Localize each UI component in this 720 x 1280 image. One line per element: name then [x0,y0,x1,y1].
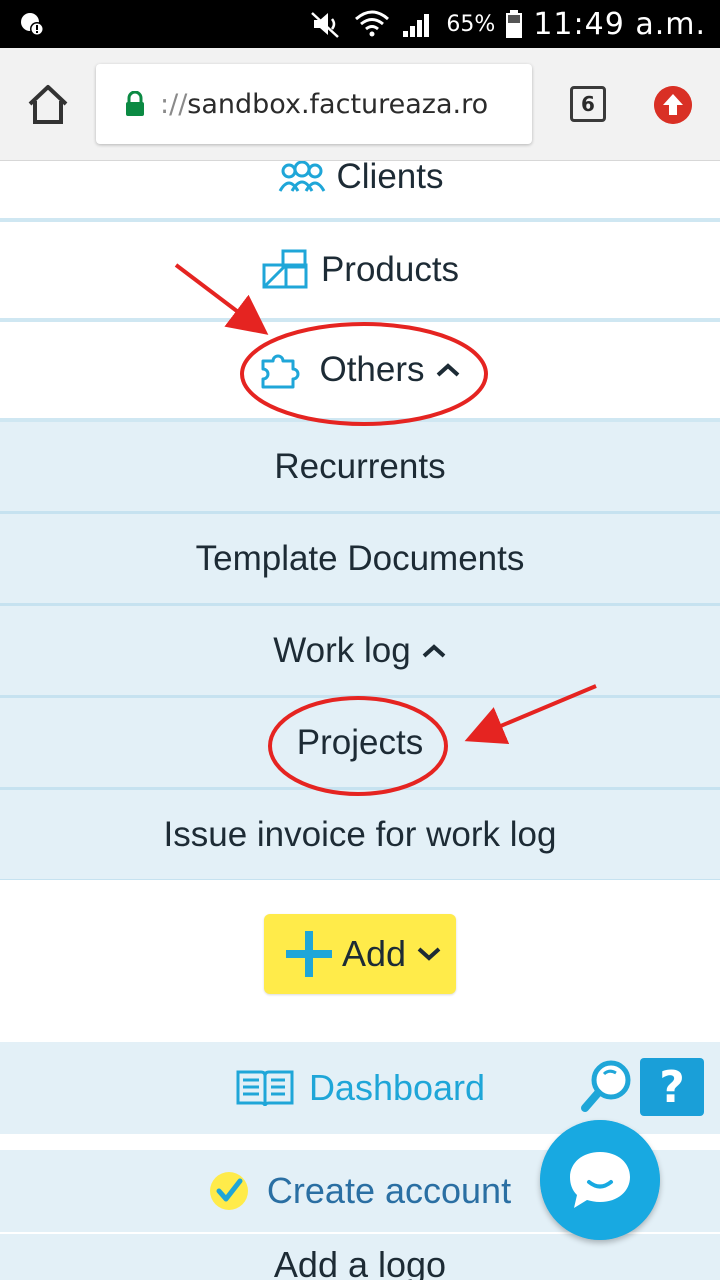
submenu-item-label: Work log [273,630,411,670]
menu-item-label: Others [319,350,425,389]
add-button[interactable]: Add [264,914,456,994]
address-bar[interactable]: :// sandbox.factureaza.ro [96,64,532,144]
menu-item-label: Clients [336,157,444,196]
browser-toolbar: :// sandbox.factureaza.ro 6 [0,48,720,161]
add-logo-label: Add a logo [273,1244,447,1280]
clients-icon [278,161,325,192]
search-icon[interactable] [580,1058,634,1114]
battery-percent: 65% [446,11,496,37]
submenu-item-recurrents[interactable]: Recurrents [0,422,720,514]
book-icon [236,1070,294,1107]
submenu-item-label: Projects [296,722,424,762]
menu-item-products[interactable]: Products [0,222,720,322]
add-button-label: Add [342,933,407,974]
submenu-item-issue-invoice[interactable]: Issue invoice for work log [0,790,720,882]
home-icon[interactable] [24,82,72,126]
tab-switcher-button[interactable]: 6 [570,86,606,122]
submenu-item-label: Recurrents [274,446,446,486]
url-host: sandbox.factureaza.ro [187,88,489,120]
status-bar: 65% 11:49 a.m. [0,0,720,48]
create-account-label: Create account [266,1170,512,1211]
submenu-item-label: Issue invoice for work log [163,814,557,854]
submenu-item-label: Template Documents [195,538,525,578]
products-icon [262,249,308,289]
help-button[interactable]: ? [640,1058,704,1116]
chevron-up-icon [436,363,459,377]
signal-icon [403,14,430,37]
plus-icon [286,931,332,977]
add-logo-link[interactable]: Add a logo [0,1232,720,1280]
lock-icon [126,91,144,116]
checkmark-icon [209,1172,248,1210]
notification-icon [21,13,44,36]
submenu-item-template-documents[interactable]: Template Documents [0,514,720,606]
dashboard-label: Dashboard [308,1067,486,1108]
mute-icon [311,12,340,38]
battery-icon [506,10,523,38]
chevron-up-icon [422,643,446,657]
submenu-item-projects[interactable]: Projects [0,698,720,790]
url-scheme: :// [160,88,188,120]
menu-item-clients[interactable]: Clients [0,157,720,222]
update-icon[interactable] [654,86,692,124]
chevron-down-icon [417,947,441,961]
chat-icon[interactable] [540,1120,660,1240]
add-section: Add [0,880,720,1042]
wifi-icon [355,10,390,37]
menu-item-label: Products [320,250,460,289]
submenu-item-work-log[interactable]: Work log [0,606,720,698]
puzzle-icon [261,354,300,389]
menu-item-others[interactable]: Others [0,322,720,422]
clock: 11:49 a.m. [533,6,706,42]
